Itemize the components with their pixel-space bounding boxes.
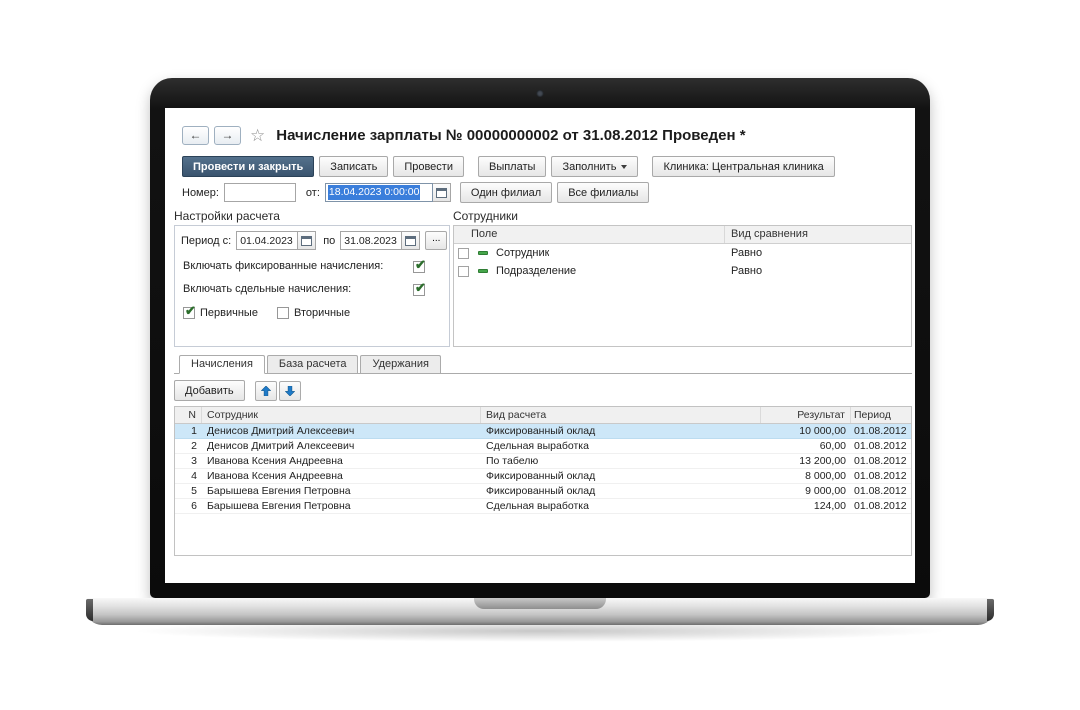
checkmark-icon: ✔ (415, 258, 426, 271)
period-options-button[interactable]: ... (425, 231, 447, 250)
laptop-bezel: ← → ☆ Начисление зарплаты № 00000000002 … (150, 78, 930, 598)
command-bar: Провести и закрыть Записать Провести Вып… (182, 156, 835, 177)
table-row[interactable]: 3 Иванова Ксения Андреевна По табелю 13 … (175, 454, 911, 469)
period-from-label: Период с: (181, 235, 231, 247)
checkmark-icon: ✔ (185, 304, 196, 317)
list-toolbar: Добавить (174, 380, 301, 401)
date-calendar-button[interactable] (433, 183, 451, 202)
number-input[interactable] (224, 183, 296, 202)
filter-row[interactable]: Подразделение Равно (454, 262, 911, 280)
dropdown-icon (621, 165, 627, 169)
forward-icon: → (222, 128, 234, 142)
laptop-notch (474, 598, 606, 609)
employees-filter-panel: Поле Вид сравнения Сотрудник Равно Подра… (453, 225, 912, 347)
filter-comparison-cell: Равно (725, 247, 911, 259)
column-header-calc-type[interactable]: Вид расчета (481, 407, 761, 423)
move-up-button[interactable] (255, 381, 277, 401)
period-from-input[interactable]: 01.04.2023 (236, 231, 298, 250)
include-piecework-row: Включать сдельные начисления: ✔ (183, 283, 441, 295)
accruals-grid: N Сотрудник Вид расчета Результат Период… (174, 406, 912, 556)
tab-strip: Начисления База расчета Удержания (174, 355, 912, 374)
filter-row[interactable]: Сотрудник Равно (454, 244, 911, 262)
include-piecework-label: Включать сдельные начисления: (183, 283, 351, 295)
equals-icon (478, 251, 488, 255)
secondary-checkbox[interactable] (277, 307, 289, 319)
table-row[interactable]: 5 Барышева Евгения Петровна Фиксированны… (175, 484, 911, 499)
date-value: 18.04.2023 0:00:00 (328, 185, 421, 200)
number-label: Номер: (182, 187, 219, 199)
all-branches-button[interactable]: Все филиалы (557, 182, 649, 203)
secondary-label: Вторичные (294, 307, 350, 319)
column-header-result[interactable]: Результат (761, 407, 851, 423)
title-row: ← → ☆ Начисление зарплаты № 00000000002 … (182, 124, 746, 146)
column-header-field[interactable]: Поле (454, 226, 725, 243)
calendar-icon (436, 188, 447, 198)
include-fixed-row: Включать фиксированные начисления: ✔ (183, 260, 441, 272)
one-branch-button[interactable]: Один филиал (460, 182, 552, 203)
filter-use-checkbox[interactable] (458, 248, 469, 259)
tab-deductions[interactable]: Удержания (360, 355, 440, 373)
tab-accruals[interactable]: Начисления (179, 355, 265, 374)
period-to-input[interactable]: 31.08.2023 (340, 231, 402, 250)
settings-panel: Период с: 01.04.2023 по 31.08.2023 ... В… (174, 225, 450, 347)
grid-header: N Сотрудник Вид расчета Результат Период (175, 407, 911, 424)
webcam-icon (537, 90, 544, 97)
period-from-calendar-button[interactable] (298, 231, 316, 250)
table-row[interactable]: 6 Барышева Евгения Петровна Сдельная выр… (175, 499, 911, 514)
period-to-label: по (323, 235, 335, 247)
table-row[interactable]: 1 Денисов Дмитрий Алексеевич Фиксированн… (175, 424, 911, 439)
document-fields-row: Номер: от: 18.04.2023 0:00:00 Один филиа… (182, 183, 649, 202)
filter-field-label: Сотрудник (496, 247, 549, 259)
back-button[interactable]: ← (182, 126, 209, 145)
app-screen: ← → ☆ Начисление зарплаты № 00000000002 … (165, 108, 915, 583)
filter-comparison-cell: Равно (725, 265, 911, 277)
clinic-button[interactable]: Клиника: Центральная клиника (652, 156, 834, 177)
laptop-base (86, 598, 994, 625)
calendar-icon (301, 236, 312, 246)
move-down-button[interactable] (279, 381, 301, 401)
document-title: Начисление зарплаты № 00000000002 от 31.… (276, 127, 745, 144)
date-label: от: (306, 187, 320, 199)
period-to-calendar-button[interactable] (402, 231, 420, 250)
equals-icon (478, 269, 488, 273)
post-button[interactable]: Провести (393, 156, 464, 177)
payments-button[interactable]: Выплаты (478, 156, 546, 177)
back-icon: ← (190, 128, 202, 142)
column-header-n[interactable]: N (175, 407, 202, 423)
table-row[interactable]: 4 Иванова Ксения Андреевна Фиксированный… (175, 469, 911, 484)
filter-use-checkbox[interactable] (458, 266, 469, 277)
column-header-period[interactable]: Период (851, 407, 911, 423)
period-row: Период с: 01.04.2023 по 31.08.2023 ... (181, 231, 447, 250)
table-row[interactable]: 2 Денисов Дмитрий Алексеевич Сдельная вы… (175, 439, 911, 454)
employees-filter-header: Поле Вид сравнения (454, 226, 911, 244)
favorite-star-icon[interactable]: ☆ (250, 126, 265, 145)
filter-field-cell: Подразделение (454, 265, 725, 277)
include-piecework-checkbox[interactable]: ✔ (413, 284, 425, 296)
move-up-icon (261, 386, 271, 396)
settings-group-title: Настройки расчета (174, 209, 280, 223)
move-buttons (255, 381, 301, 401)
column-header-employee[interactable]: Сотрудник (202, 407, 481, 423)
employees-group-title: Сотрудники (453, 209, 518, 223)
add-button[interactable]: Добавить (174, 380, 245, 401)
primary-label: Первичные (200, 307, 258, 319)
filter-field-cell: Сотрудник (454, 247, 725, 259)
tab-calc-base[interactable]: База расчета (267, 355, 359, 373)
column-header-comparison[interactable]: Вид сравнения (725, 226, 911, 243)
date-input[interactable]: 18.04.2023 0:00:00 (325, 183, 433, 202)
primary-checkbox[interactable]: ✔ (183, 307, 195, 319)
move-down-icon (285, 386, 295, 396)
fill-menu-button[interactable]: Заполнить (551, 156, 638, 177)
calendar-icon (405, 236, 416, 246)
filter-field-label: Подразделение (496, 265, 576, 277)
accrual-kind-row: ✔ Первичные Вторичные (183, 307, 441, 319)
secondary-option[interactable]: Вторичные (277, 307, 355, 319)
include-fixed-label: Включать фиксированные начисления: (183, 260, 383, 272)
checkmark-icon: ✔ (415, 281, 426, 294)
primary-option[interactable]: ✔ Первичные (183, 307, 263, 319)
include-fixed-checkbox[interactable]: ✔ (413, 261, 425, 273)
forward-button[interactable]: → (214, 126, 241, 145)
save-button[interactable]: Записать (319, 156, 388, 177)
post-and-close-button[interactable]: Провести и закрыть (182, 156, 314, 177)
